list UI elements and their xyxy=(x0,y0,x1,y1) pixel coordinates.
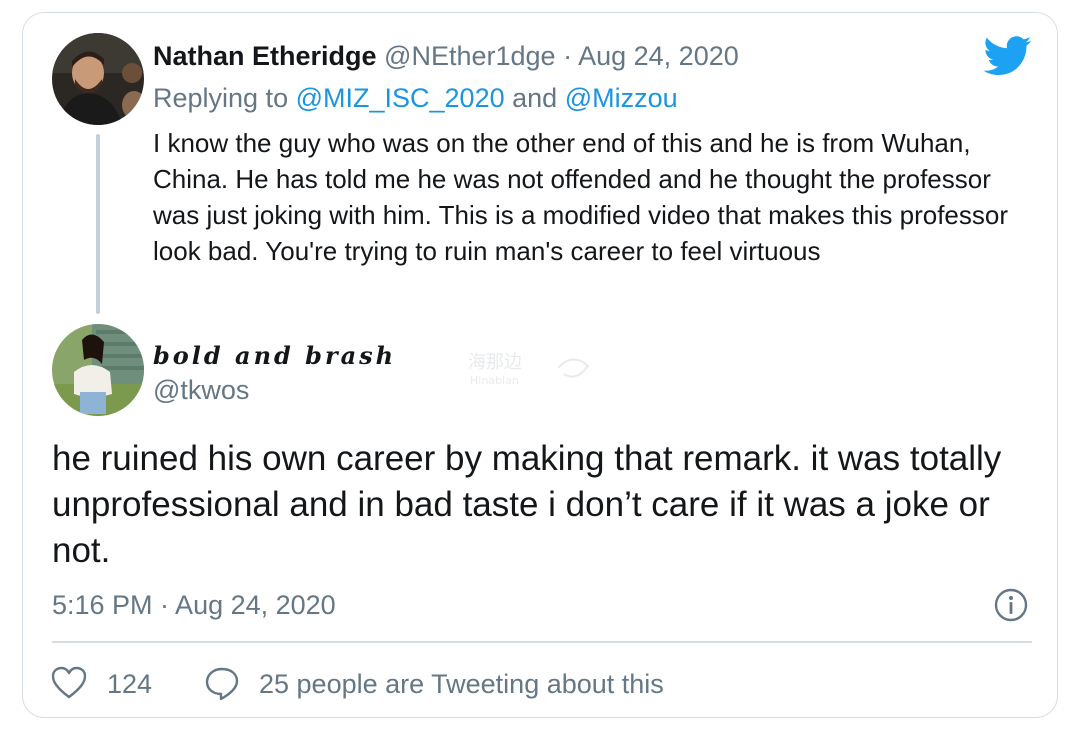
reply-avatar[interactable] xyxy=(52,324,144,416)
reply-display-name-text: bold and brash xyxy=(153,341,396,370)
parent-avatar[interactable] xyxy=(52,33,144,125)
parent-display-name[interactable]: Nathan Etheridge xyxy=(153,41,377,71)
tweet-timestamp[interactable]: 5:16 PM · Aug 24, 2020 xyxy=(52,588,336,622)
tweeting-about-link[interactable]: 25 people are Tweeting about this xyxy=(259,667,664,701)
watermark-logo: 海那边 Hinabian xyxy=(468,348,608,388)
mention-link-mizzou[interactable]: @Mizzou xyxy=(565,83,678,113)
footer-divider xyxy=(52,641,1032,643)
like-count[interactable]: 124 xyxy=(107,667,152,701)
speech-bubble-icon[interactable] xyxy=(204,665,240,701)
replying-and: and xyxy=(512,83,558,113)
replying-to-line: Replying to @MIZ_ISC_2020 and @Mizzou xyxy=(153,81,678,115)
parent-tweet-text: I know the guy who was on the other end … xyxy=(153,128,1008,266)
twitter-bird-icon[interactable] xyxy=(983,36,1032,76)
reply-handle[interactable]: @tkwos xyxy=(153,373,249,407)
reply-display-name[interactable]: bold and brash xyxy=(153,340,443,374)
heart-icon[interactable] xyxy=(51,666,87,700)
parent-handle[interactable]: @NEther1dge xyxy=(384,41,556,71)
watermark-text-cn: 海那边 xyxy=(468,352,522,373)
watermark-text-en: Hinabian xyxy=(470,374,519,387)
mention-link-miz-isc[interactable]: @MIZ_ISC_2020 xyxy=(296,83,505,113)
reply-tweet-text: he ruined his own career by making that … xyxy=(52,439,1002,570)
info-icon[interactable] xyxy=(993,587,1029,623)
header-separator: · xyxy=(563,41,573,71)
thread-connector-line xyxy=(96,134,100,314)
parent-date[interactable]: Aug 24, 2020 xyxy=(578,41,739,71)
parent-tweet-header: Nathan Etheridge @NEther1dge · Aug 24, 2… xyxy=(153,39,739,73)
replying-prefix: Replying to xyxy=(153,83,289,113)
